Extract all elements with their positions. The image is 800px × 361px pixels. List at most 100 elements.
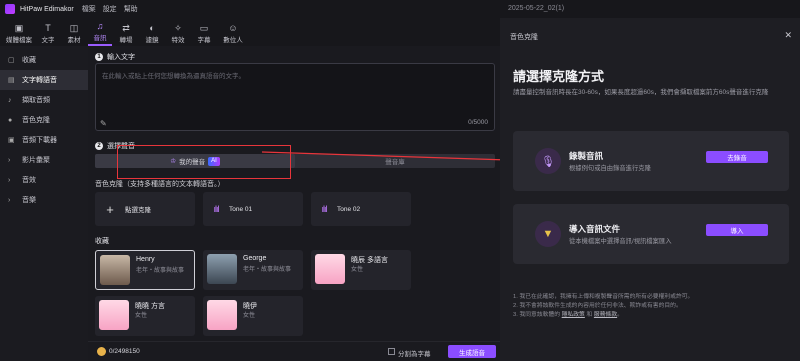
sidebar-item-label: 音樂 — [22, 197, 36, 204]
sidebar-item-voice-clone[interactable]: ● 音色克隆 — [0, 110, 88, 130]
card-label: 點選克隆 — [125, 207, 151, 214]
waveform-icon: ılıl — [321, 204, 328, 214]
tool-transition[interactable]: ⇄ 轉場 — [114, 20, 138, 46]
tool-asset[interactable]: ◫ 素材 — [62, 20, 86, 46]
tone-02-card[interactable]: ılıl Tone 02 — [311, 192, 411, 226]
tool-label: 特效 — [171, 37, 185, 44]
chevron-right-icon: › — [8, 176, 11, 184]
option-import[interactable]: ▼ 導入音訊文件 從本機檔案中選擇音訊/視訊檔案匯入 導入 — [513, 204, 789, 264]
sidebar-item-label: 擷取音頻 — [22, 97, 50, 104]
tool-filter[interactable]: ◐ 濾鏡 — [140, 20, 164, 46]
sidebar-item-tts[interactable]: ▤ 文字轉語音 — [0, 70, 88, 90]
import-button[interactable]: 導入 — [706, 224, 768, 236]
app-name: HitPaw Edimakor — [20, 5, 74, 13]
media-icon: ▣ — [14, 23, 24, 33]
split-subtitle-checkbox[interactable] — [388, 348, 395, 355]
terms-of-service-link[interactable]: 服務條款 — [594, 312, 617, 318]
sidebar: ▢ 收藏 ▤ 文字轉語音 ♪ 擷取音頻 ● 音色克隆 ▣ 音頻下載器 › 影片彙聚 › 音效 … — [0, 46, 88, 361]
voice-desc: 老年・故事與故事 — [136, 268, 185, 274]
sidebar-item-label: 音色克隆 — [22, 117, 50, 124]
text-input[interactable]: 在此輸入或貼上任何您想轉換為逼真語音的文字。 ✎ 0/5000 — [95, 63, 495, 131]
generate-speech-button[interactable]: 生成語音 — [448, 345, 496, 358]
tool-audio[interactable]: ♫ 音訊 — [88, 20, 112, 46]
tool-text[interactable]: T 文字 — [36, 20, 60, 46]
note-2: 2. 我不會將該軟件生成的內容用於任何非法、欺詐或有害的目的。 — [513, 303, 682, 309]
avatar-icon: ☺ — [228, 23, 238, 33]
voice-name: 曉辰 多語言 — [351, 257, 388, 264]
voice-name: 曉曉 方言 — [135, 303, 165, 310]
panel-heading: 請選擇克隆方式 — [513, 69, 605, 84]
waveform-icon: ılıl — [213, 204, 220, 214]
panel-subtitle: 請盡量控制音訊時長在30-60s，如果長度超過60s，我們會擷取檔案前方60s聲… — [513, 89, 769, 96]
sidebar-item-sound-effects[interactable]: › 音效 — [0, 170, 88, 190]
transition-icon: ⇄ — [122, 23, 130, 33]
menu-file[interactable]: 檔案 — [82, 4, 96, 14]
voice-card-xiaoxiao[interactable]: 曉曉 方言 女性 — [95, 296, 195, 336]
avatar — [99, 300, 129, 330]
note-3: 3. 我同意該軟體的 隱私政策 和 服務條款。 — [513, 311, 693, 320]
option-record[interactable]: 🎙 錄製音訊 根據例句或自由錄音進行克隆 去錄音 — [513, 131, 789, 191]
voice-card-george[interactable]: George 老年・故事與故事 — [203, 250, 303, 290]
chevron-right-icon: › — [8, 196, 11, 204]
folder-icon: ▢ — [8, 57, 15, 64]
sidebar-item-audio-downloader[interactable]: ▣ 音頻下載器 — [0, 130, 88, 150]
panel-title: 音色克隆 — [510, 34, 538, 41]
credits-count: 0/2498150 — [109, 348, 140, 355]
menu-settings[interactable]: 設定 — [103, 4, 117, 14]
char-count: 0/5000 — [468, 119, 488, 126]
privacy-policy-link[interactable]: 隱私政策 — [562, 312, 585, 318]
app-logo-icon — [5, 4, 15, 14]
tool-effect[interactable]: ✧ 特效 — [166, 20, 190, 46]
toolbar: ▣ 媒體檔案 T 文字 ◫ 素材 ♫ 音訊 ⇄ 轉場 ◐ 濾鏡 ✧ 特效 ▭ 字幕 ☺ 數位人 — [0, 18, 500, 46]
sidebar-item-video-collect[interactable]: › 影片彙聚 — [0, 150, 88, 170]
tool-label: 數位人 — [223, 37, 243, 44]
annotation-arrow — [262, 151, 512, 164]
subtitle-icon: ▭ — [199, 23, 209, 33]
voice-card-xiaoyi[interactable]: 曉伊 女性 — [203, 296, 303, 336]
voice-card-henry[interactable]: Henry 老年・故事與故事 — [95, 250, 195, 290]
app-window: HitPaw Edimakor 檔案 設定 幫助 2025-05-22_02(1… — [0, 0, 800, 361]
avatar — [207, 300, 237, 330]
avatar — [315, 254, 345, 284]
sidebar-item-music[interactable]: › 音樂 — [0, 190, 88, 210]
tool-label: 素材 — [67, 37, 81, 44]
magic-wand-icon[interactable]: ✎ — [100, 119, 107, 128]
step-1-icon: 1 — [95, 53, 103, 61]
paste-clone-card[interactable]: + 點選克隆 — [95, 192, 195, 226]
note-1: 1. 我已在此確認，我擁有上傳和複製聲音所需的所有必要權利或許可。 — [513, 294, 694, 300]
split-subtitle-label: 分割為字幕 — [398, 351, 431, 358]
music-icon: ♫ — [96, 21, 104, 31]
text-input-placeholder: 在此輸入或貼上任何您想轉換為逼真語音的文字。 — [102, 73, 245, 80]
tool-digital-human[interactable]: ☺ 數位人 — [218, 20, 248, 46]
card-label: Tone 01 — [229, 205, 253, 213]
tool-subtitle[interactable]: ▭ 字幕 — [192, 20, 216, 46]
effect-icon: ✧ — [174, 23, 182, 33]
sidebar-item-favorites[interactable]: ▢ 收藏 — [0, 50, 88, 70]
main-panel: 1 輸入文字 在此輸入或貼上任何您想轉換為逼真語音的文字。 ✎ 0/5000 2選… — [88, 46, 500, 361]
sidebar-item-label: 影片彙聚 — [22, 157, 50, 164]
tool-label: 轉場 — [119, 37, 133, 44]
voice-clone-label: 音色克隆（支持多種語言的文本轉語音。） — [95, 181, 225, 188]
sidebar-item-label: 收藏 — [22, 57, 36, 64]
voice-card-xiaochen[interactable]: 曉辰 多語言 女性 — [311, 250, 411, 290]
close-icon[interactable]: ✕ — [784, 30, 792, 41]
project-title: 2025-05-22_02(1) — [508, 5, 565, 12]
option-desc: 從本機檔案中選擇音訊/視訊檔案匯入 — [569, 238, 672, 245]
voice-name: George — [243, 255, 267, 262]
tool-label: 文字 — [41, 37, 55, 44]
sidebar-item-label: 文字轉語音 — [22, 77, 57, 84]
go-record-button[interactable]: 去錄音 — [706, 151, 768, 163]
tts-icon: ▤ — [8, 77, 15, 84]
tone-01-card[interactable]: ılıl Tone 01 — [203, 192, 303, 226]
tool-label: 字幕 — [197, 37, 211, 44]
note-3-suffix: 。 — [617, 312, 623, 318]
note-3-prefix: 3. 我同意該軟體的 — [513, 312, 561, 318]
tool-label: 音訊 — [93, 35, 107, 42]
sidebar-item-extract-audio[interactable]: ♪ 擷取音頻 — [0, 90, 88, 110]
tool-label: 媒體檔案 — [6, 37, 32, 44]
favorites-label: 收藏 — [95, 238, 109, 245]
tool-media[interactable]: ▣ 媒體檔案 — [4, 20, 34, 46]
menu-help[interactable]: 幫助 — [124, 4, 138, 14]
coin-icon — [97, 347, 106, 356]
voice-desc: 老年・故事與故事 — [243, 267, 292, 273]
